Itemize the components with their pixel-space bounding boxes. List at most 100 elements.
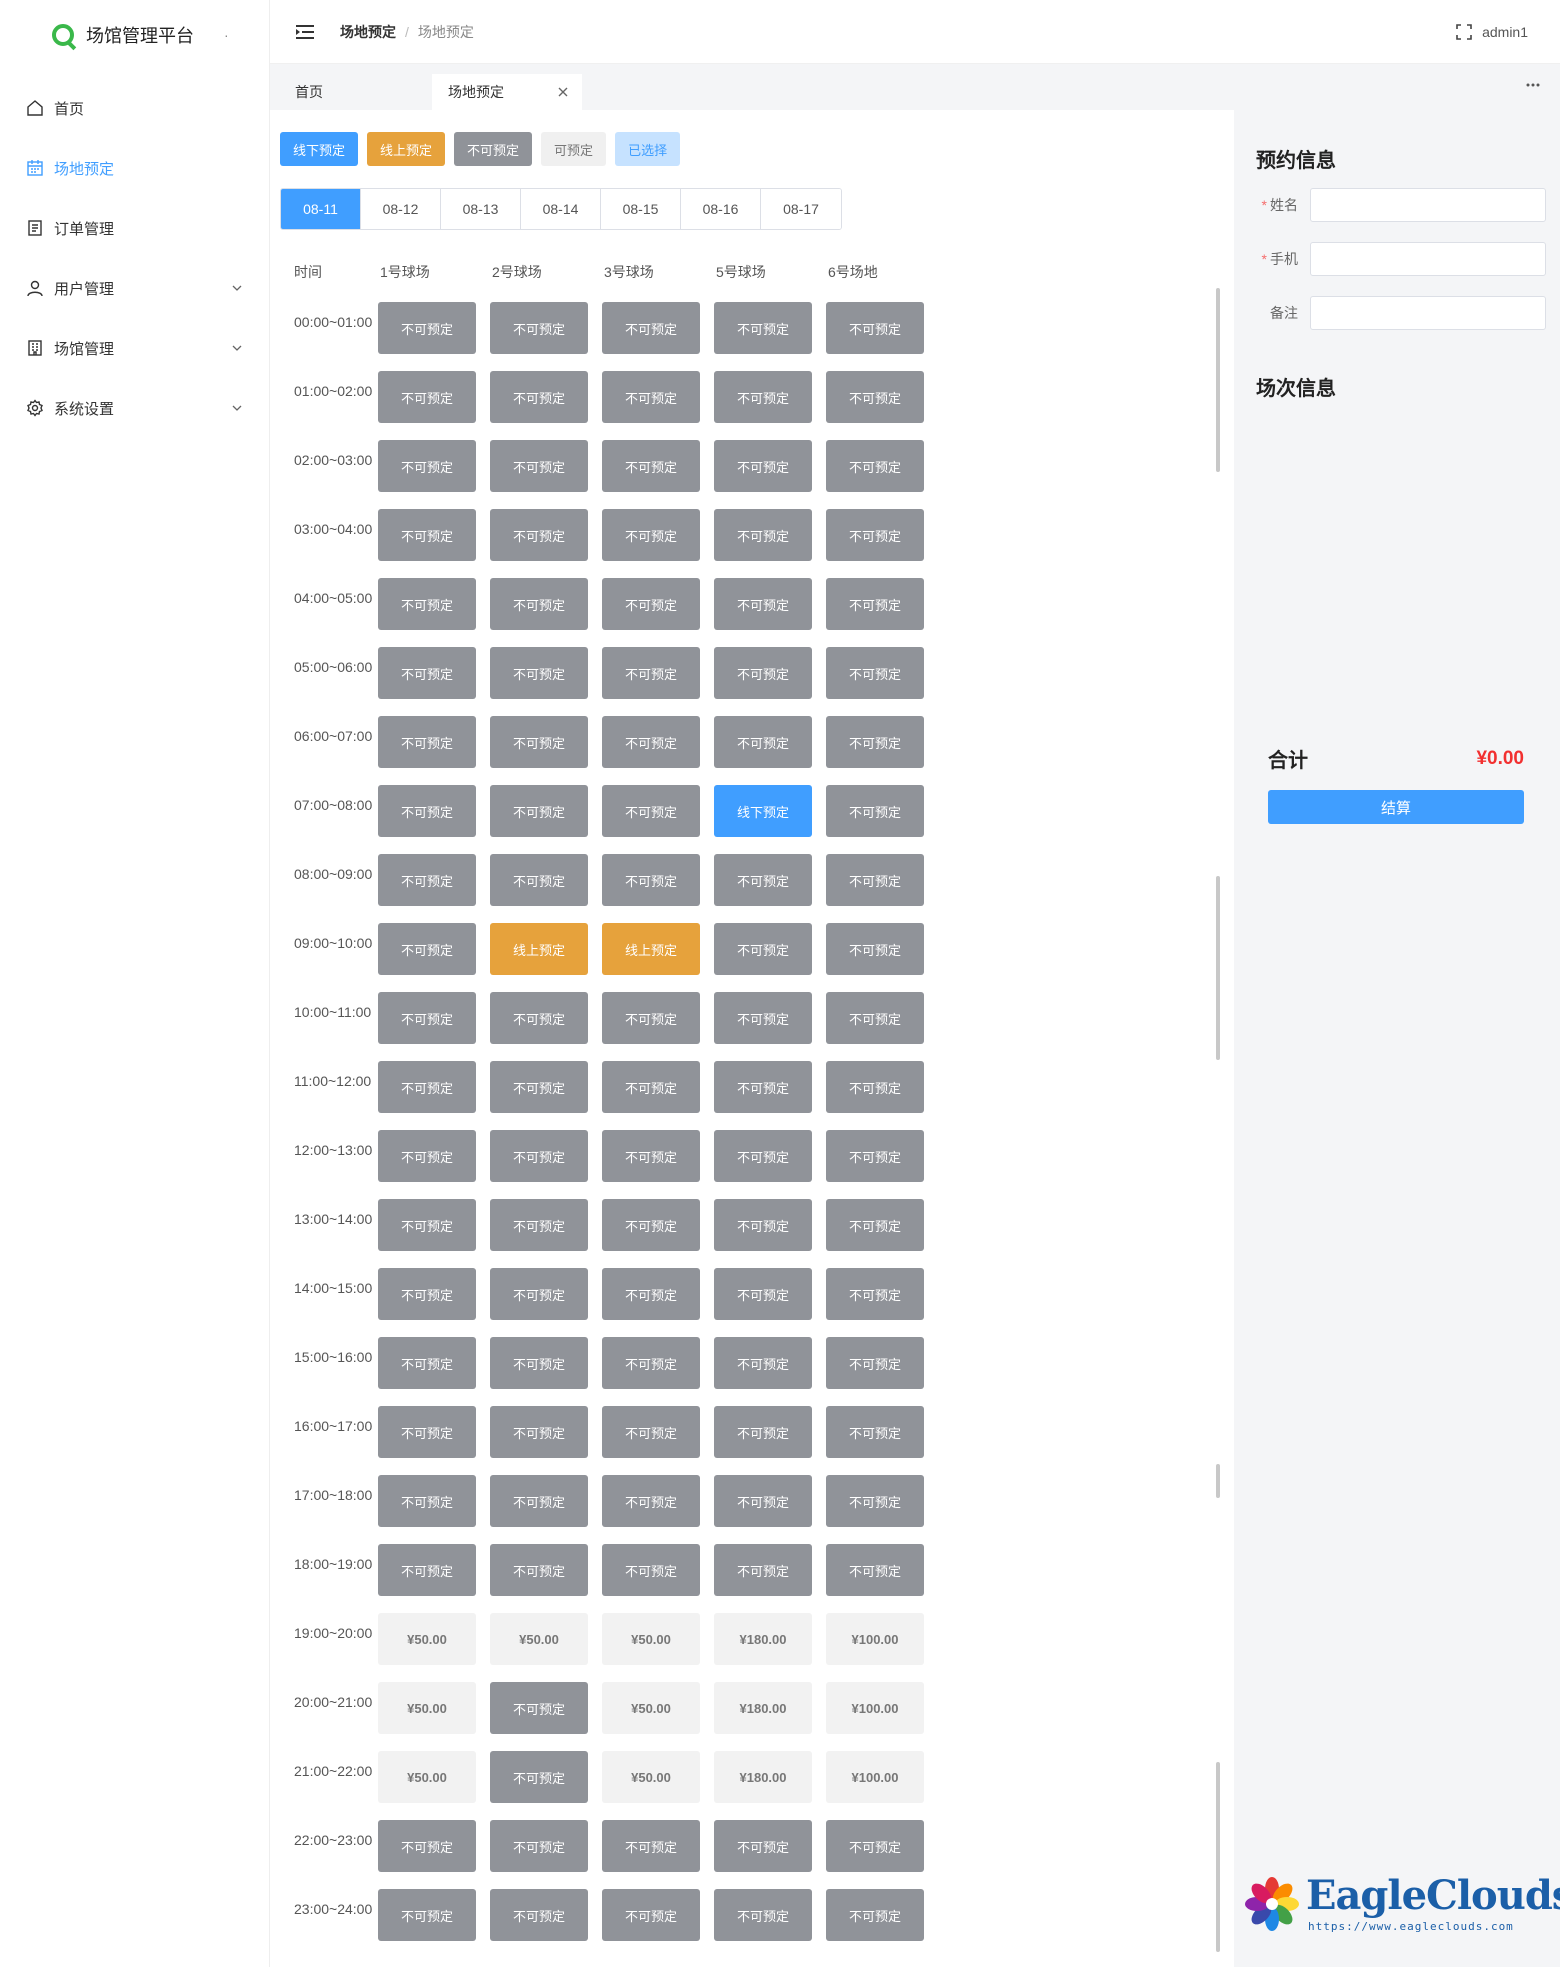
- sidebar-item-2[interactable]: 订单管理: [0, 198, 269, 258]
- slot-unavailable[interactable]: 不可预定: [602, 440, 700, 492]
- close-icon[interactable]: [556, 85, 570, 99]
- slot-unavailable[interactable]: 不可预定: [714, 992, 812, 1044]
- slot-unavailable[interactable]: 不可预定: [490, 1751, 588, 1803]
- slot-unavailable[interactable]: 不可预定: [826, 440, 924, 492]
- slot-unavailable[interactable]: 不可预定: [714, 716, 812, 768]
- slot-unavailable[interactable]: 不可预定: [490, 440, 588, 492]
- slot-unavailable[interactable]: 不可预定: [602, 992, 700, 1044]
- slot-unavailable[interactable]: 不可预定: [602, 1544, 700, 1596]
- slot-unavailable[interactable]: 不可预定: [378, 509, 476, 561]
- slot-available[interactable]: ¥50.00: [602, 1613, 700, 1665]
- slot-unavailable[interactable]: 不可预定: [602, 578, 700, 630]
- slot-unavailable[interactable]: 不可预定: [714, 302, 812, 354]
- slot-unavailable[interactable]: 不可预定: [378, 1820, 476, 1872]
- breadcrumb-parent[interactable]: 场地预定: [340, 22, 396, 42]
- slot-unavailable[interactable]: 不可预定: [826, 1475, 924, 1527]
- sidebar-item-0[interactable]: 首页: [0, 78, 269, 138]
- slot-unavailable[interactable]: 不可预定: [378, 1406, 476, 1458]
- slot-unavailable[interactable]: 不可预定: [490, 1820, 588, 1872]
- slot-unavailable[interactable]: 不可预定: [378, 716, 476, 768]
- slot-unavailable[interactable]: 不可预定: [826, 302, 924, 354]
- slot-unavailable[interactable]: 不可预定: [490, 1199, 588, 1251]
- slot-unavailable[interactable]: 不可预定: [602, 1820, 700, 1872]
- menu-toggle-icon[interactable]: [294, 21, 316, 43]
- slot-available[interactable]: ¥50.00: [602, 1751, 700, 1803]
- slot-unavailable[interactable]: 不可预定: [378, 371, 476, 423]
- slot-unavailable[interactable]: 不可预定: [714, 1889, 812, 1941]
- slot-unavailable[interactable]: 不可预定: [826, 854, 924, 906]
- sidebar-item-5[interactable]: 系统设置: [0, 378, 269, 438]
- name-input[interactable]: [1310, 188, 1546, 222]
- slot-unavailable[interactable]: 不可预定: [490, 1337, 588, 1389]
- date-tab-08-13[interactable]: 08-13: [441, 189, 521, 229]
- slot-unavailable[interactable]: 不可预定: [826, 371, 924, 423]
- slot-available[interactable]: ¥180.00: [714, 1613, 812, 1665]
- slot-unavailable[interactable]: 不可预定: [826, 1889, 924, 1941]
- slot-unavailable[interactable]: 不可预定: [714, 578, 812, 630]
- user-name[interactable]: admin1: [1482, 24, 1528, 40]
- date-tab-08-17[interactable]: 08-17: [761, 189, 841, 229]
- slot-unavailable[interactable]: 不可预定: [826, 1406, 924, 1458]
- slot-unavailable[interactable]: 不可预定: [490, 1130, 588, 1182]
- remark-input[interactable]: [1310, 296, 1546, 330]
- slot-unavailable[interactable]: 不可预定: [602, 785, 700, 837]
- slot-unavailable[interactable]: 不可预定: [826, 1130, 924, 1182]
- scrollbar-4[interactable]: [1216, 1762, 1220, 1952]
- slot-unavailable[interactable]: 不可预定: [490, 1406, 588, 1458]
- slot-online-booked[interactable]: 线上预定: [602, 923, 700, 975]
- slot-unavailable[interactable]: 不可预定: [490, 647, 588, 699]
- slot-unavailable[interactable]: 不可预定: [378, 578, 476, 630]
- date-tab-08-12[interactable]: 08-12: [361, 189, 441, 229]
- date-tab-08-11[interactable]: 08-11: [281, 189, 361, 229]
- slot-unavailable[interactable]: 不可预定: [602, 716, 700, 768]
- slot-unavailable[interactable]: 不可预定: [826, 785, 924, 837]
- phone-input[interactable]: [1310, 242, 1546, 276]
- sidebar-item-1[interactable]: 场地预定: [0, 138, 269, 198]
- slot-unavailable[interactable]: 不可预定: [714, 509, 812, 561]
- tab-venue-booking[interactable]: 场地预定: [432, 74, 582, 110]
- slot-available[interactable]: ¥50.00: [602, 1682, 700, 1734]
- slot-unavailable[interactable]: 不可预定: [826, 1199, 924, 1251]
- date-tab-08-15[interactable]: 08-15: [601, 189, 681, 229]
- date-tab-08-16[interactable]: 08-16: [681, 189, 761, 229]
- slot-unavailable[interactable]: 不可预定: [826, 1061, 924, 1113]
- slot-unavailable[interactable]: 不可预定: [490, 785, 588, 837]
- slot-unavailable[interactable]: 不可预定: [490, 302, 588, 354]
- app-logo[interactable]: 场馆管理平台 ·: [0, 0, 269, 70]
- slot-unavailable[interactable]: 不可预定: [378, 1475, 476, 1527]
- slot-unavailable[interactable]: 不可预定: [490, 1475, 588, 1527]
- slot-unavailable[interactable]: 不可预定: [602, 1475, 700, 1527]
- slot-unavailable[interactable]: 不可预定: [490, 509, 588, 561]
- slot-unavailable[interactable]: 不可预定: [378, 302, 476, 354]
- slot-unavailable[interactable]: 不可预定: [714, 1337, 812, 1389]
- slot-unavailable[interactable]: 不可预定: [378, 785, 476, 837]
- slot-unavailable[interactable]: 不可预定: [490, 371, 588, 423]
- slot-unavailable[interactable]: 不可预定: [826, 647, 924, 699]
- slot-unavailable[interactable]: 不可预定: [490, 1682, 588, 1734]
- slot-unavailable[interactable]: 不可预定: [378, 440, 476, 492]
- slot-unavailable[interactable]: 不可预定: [378, 923, 476, 975]
- slot-available[interactable]: ¥50.00: [378, 1751, 476, 1803]
- slot-unavailable[interactable]: 不可预定: [602, 647, 700, 699]
- slot-unavailable[interactable]: 不可预定: [714, 1061, 812, 1113]
- slot-unavailable[interactable]: 不可预定: [602, 1406, 700, 1458]
- slot-unavailable[interactable]: 不可预定: [826, 923, 924, 975]
- slot-unavailable[interactable]: 不可预定: [602, 371, 700, 423]
- slot-unavailable[interactable]: 不可预定: [378, 854, 476, 906]
- slot-unavailable[interactable]: 不可预定: [378, 1889, 476, 1941]
- slot-unavailable[interactable]: 不可预定: [826, 1268, 924, 1320]
- slot-unavailable[interactable]: 不可预定: [378, 647, 476, 699]
- slot-unavailable[interactable]: 不可预定: [378, 1061, 476, 1113]
- slot-unavailable[interactable]: 不可预定: [826, 992, 924, 1044]
- slot-unavailable[interactable]: 不可预定: [826, 509, 924, 561]
- slot-available[interactable]: ¥100.00: [826, 1751, 924, 1803]
- slot-unavailable[interactable]: 不可预定: [826, 578, 924, 630]
- scrollbar-3[interactable]: [1216, 1464, 1220, 1498]
- settle-button[interactable]: 结算: [1268, 790, 1524, 824]
- slot-unavailable[interactable]: 不可预定: [602, 302, 700, 354]
- slot-unavailable[interactable]: 不可预定: [602, 1199, 700, 1251]
- tab-home[interactable]: 首页: [270, 74, 430, 110]
- slot-unavailable[interactable]: 不可预定: [714, 440, 812, 492]
- slot-available[interactable]: ¥180.00: [714, 1751, 812, 1803]
- slot-available[interactable]: ¥50.00: [378, 1613, 476, 1665]
